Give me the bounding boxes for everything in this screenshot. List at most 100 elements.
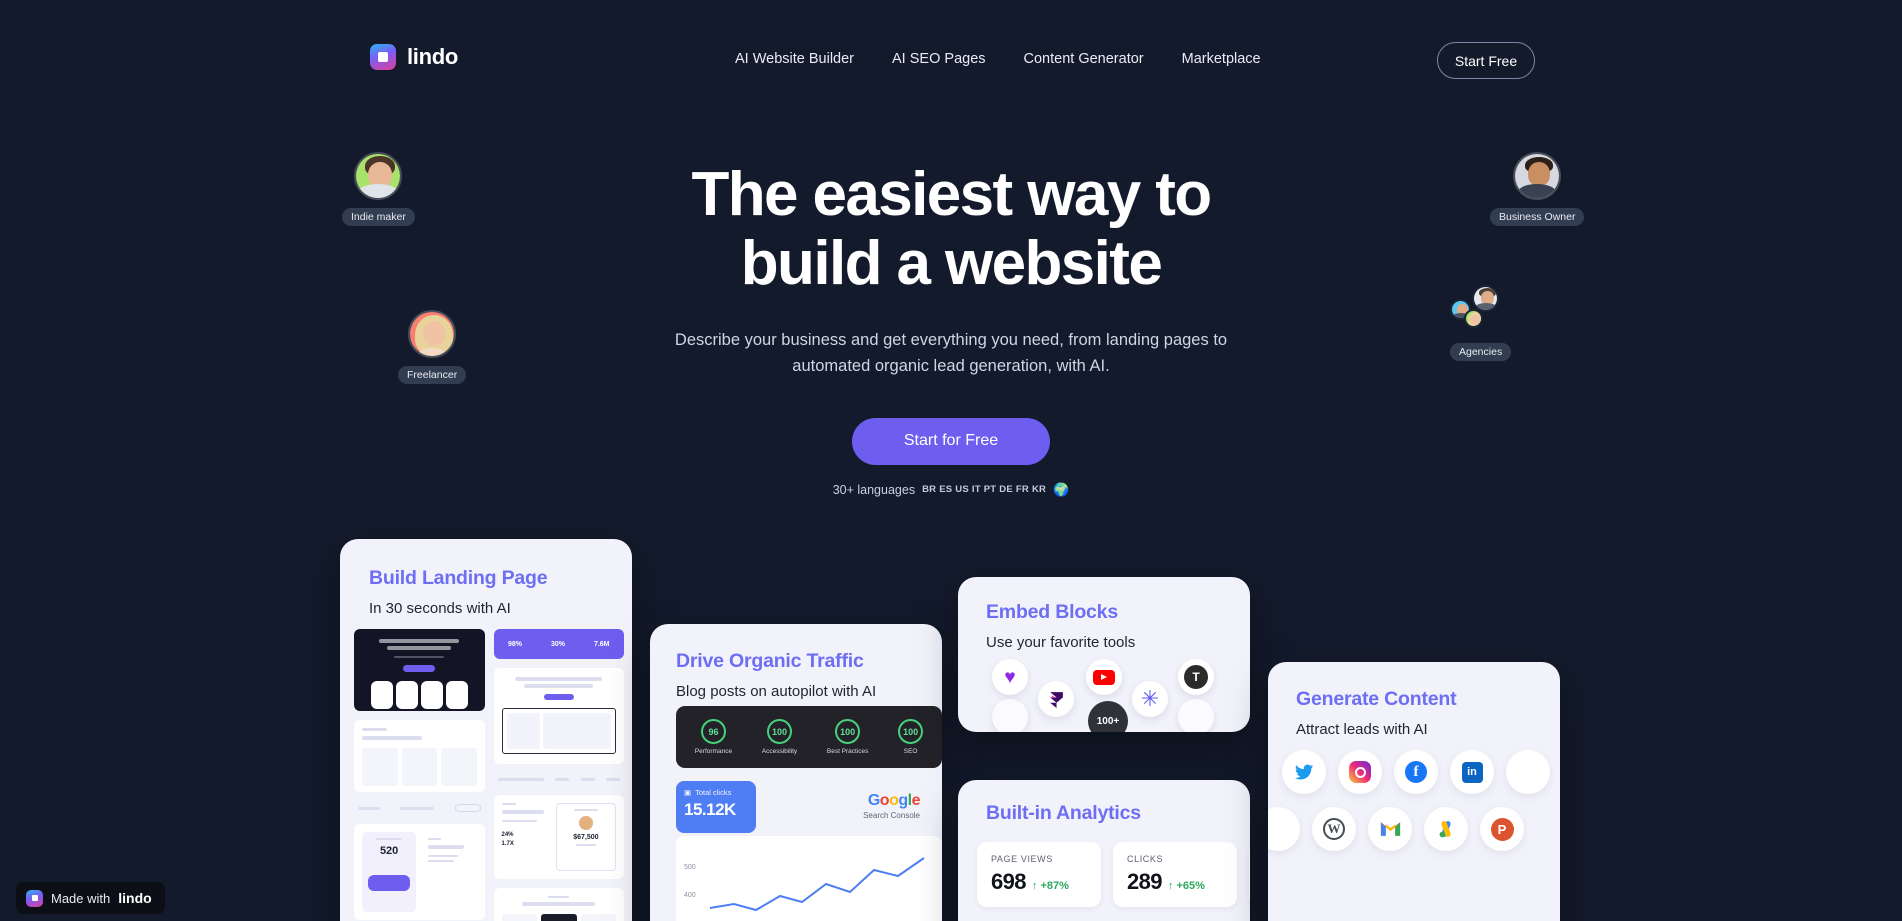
- nav-item-ai-seo-pages[interactable]: AI SEO Pages: [892, 51, 986, 67]
- stat-value: 698: [991, 869, 1027, 894]
- score-ring-icon: 96: [700, 719, 726, 744]
- tally-icon[interactable]: T: [1178, 659, 1214, 695]
- channel-placeholder-icon: [1506, 750, 1550, 794]
- stat-label: PAGE VIEWS: [991, 854, 1053, 864]
- persona-indie-maker: Indie maker: [342, 152, 415, 226]
- language-code-pt: PT: [983, 484, 997, 496]
- tool-placeholder-icon: [1178, 699, 1214, 732]
- stat-delta: ↑ +87%: [1031, 880, 1069, 892]
- score-ring-icon: 100: [766, 719, 792, 744]
- made-with-brand: lindo: [118, 890, 152, 906]
- stat-partial: [1249, 842, 1250, 907]
- channel-icon-grid: f in W P: [1268, 750, 1552, 864]
- channel-placeholder-icon: [1268, 807, 1300, 851]
- score-label: Best Practices: [826, 748, 869, 755]
- made-with-label: Made with: [51, 890, 111, 906]
- instagram-icon[interactable]: [1338, 750, 1382, 794]
- lighthouse-accessibility: 100 Accessibility: [762, 719, 797, 755]
- stat-delta: ↑ +65%: [1167, 880, 1205, 892]
- stat-label: CLICKS: [1127, 854, 1164, 864]
- persona-label: Agencies: [1450, 343, 1512, 361]
- search-console-label: Search Console: [863, 811, 920, 820]
- brand-logo[interactable]: lindo: [370, 44, 458, 70]
- total-clicks-widget: ▣ Total clicks 15.12K: [676, 781, 756, 833]
- lindo-logo-icon: [370, 44, 396, 70]
- lighthouse-best-practices: 100 Best Practices: [826, 719, 869, 755]
- channel-row: W P: [1268, 807, 1552, 851]
- score-ring-icon: 100: [835, 719, 861, 744]
- total-clicks-label: ▣ Total clicks: [684, 788, 732, 797]
- checkbox-icon: ▣: [684, 788, 692, 797]
- arrow-up-icon: ↑: [1167, 880, 1174, 892]
- persona-label: Freelancer: [398, 366, 467, 384]
- page-title: The easiest way to build a website: [0, 160, 1902, 299]
- google-wordmark: Google: [867, 792, 921, 809]
- preview-stat: 30%: [550, 640, 565, 648]
- gumroad-icon[interactable]: ♥: [992, 659, 1028, 695]
- start-for-free-button[interactable]: Start for Free: [852, 417, 1050, 465]
- card-generate-content[interactable]: Generate Content Attract leads with AI f…: [1268, 662, 1560, 921]
- brand-name: lindo: [407, 44, 459, 69]
- hero-heading-line2: build a website: [740, 229, 1163, 299]
- persona-label: Business Owner: [1490, 208, 1585, 226]
- hero-subtitle: Describe your business and get everythin…: [674, 330, 1228, 376]
- language-code-es: ES: [939, 484, 953, 496]
- card-built-in-analytics[interactable]: Built-in Analytics PAGE VIEWS 698 ↑ +87%…: [958, 780, 1250, 921]
- avatar: [408, 310, 457, 358]
- globe-icon: 🌍: [1053, 481, 1070, 497]
- avatar: [354, 152, 403, 200]
- card-subtitle: Attract leads with AI: [1296, 721, 1428, 738]
- languages-label: 30+ languages: [832, 482, 916, 497]
- card-embed-blocks[interactable]: Embed Blocks Use your favorite tools ♥ ✳…: [958, 577, 1250, 732]
- card-title: Drive Organic Traffic: [676, 650, 864, 672]
- google-ads-icon[interactable]: [1424, 807, 1468, 851]
- card-title: Generate Content: [1296, 688, 1457, 710]
- start-free-button[interactable]: Start Free: [1437, 42, 1535, 79]
- tool-placeholder-icon: [992, 699, 1028, 732]
- preview-stat: 7.6M: [593, 640, 610, 648]
- analytics-stat-list: PAGE VIEWS 698 ↑ +87% CLICKS 289 ↑ +65%: [977, 842, 1250, 907]
- line-series: [709, 857, 925, 912]
- lighthouse-seo: 100 SEO: [898, 719, 924, 755]
- nav-item-marketplace[interactable]: Marketplace: [1182, 51, 1261, 67]
- preview-stat: 98%: [507, 640, 522, 648]
- framer-icon[interactable]: [1038, 681, 1074, 717]
- language-code-kr: KR: [1031, 484, 1047, 496]
- avatar: [1513, 152, 1562, 200]
- score-label: Accessibility: [761, 748, 798, 755]
- search-console-chart: 500 400: [676, 836, 942, 921]
- facebook-icon[interactable]: f: [1394, 750, 1438, 794]
- card-drive-organic-traffic[interactable]: Drive Organic Traffic Blog posts on auto…: [650, 624, 942, 921]
- preview-metric: 520: [379, 845, 399, 857]
- language-code-it: IT: [971, 484, 981, 496]
- more-tools-badge[interactable]: 100+: [1088, 701, 1128, 732]
- youtube-icon[interactable]: [1086, 659, 1122, 695]
- lighthouse-scores: 96 Performance 100 Accessibility 100 Bes…: [676, 706, 942, 768]
- language-code-fr: FR: [1015, 484, 1029, 496]
- arrow-up-icon: ↑: [1031, 880, 1038, 892]
- language-code-list: BR ES US IT PT DE FR KR: [922, 484, 1046, 495]
- card-subtitle: In 30 seconds with AI: [369, 600, 511, 617]
- nav-item-ai-website-builder[interactable]: AI Website Builder: [735, 51, 854, 67]
- gmail-icon[interactable]: [1368, 807, 1412, 851]
- channel-row: f in: [1282, 750, 1552, 794]
- twitter-icon[interactable]: [1282, 750, 1326, 794]
- primary-nav: AI Website Builder AI SEO Pages Content …: [735, 51, 1261, 67]
- linkedin-icon[interactable]: in: [1450, 750, 1494, 794]
- card-title: Built-in Analytics: [986, 802, 1141, 824]
- persona-agencies: Agencies: [1450, 285, 1512, 361]
- card-build-landing-page[interactable]: Build Landing Page In 30 seconds with AI: [340, 539, 632, 921]
- made-with-lindo-badge[interactable]: Made with lindo: [16, 882, 165, 914]
- nav-item-content-generator[interactable]: Content Generator: [1024, 51, 1144, 67]
- loom-icon[interactable]: ✳: [1132, 681, 1168, 717]
- hero-section: The easiest way to build a website Descr…: [0, 160, 1902, 498]
- score-label: Performance: [694, 748, 733, 755]
- wordpress-icon[interactable]: W: [1312, 807, 1356, 851]
- persona-label: Indie maker: [342, 208, 415, 226]
- card-title: Build Landing Page: [369, 567, 548, 589]
- total-clicks-value: 15.12K: [684, 800, 736, 819]
- language-code-us: US: [955, 484, 969, 496]
- product-hunt-icon[interactable]: P: [1480, 807, 1524, 851]
- google-search-console-logo: Google Search Console: [863, 792, 920, 820]
- hero-heading-line1: The easiest way to: [691, 160, 1212, 229]
